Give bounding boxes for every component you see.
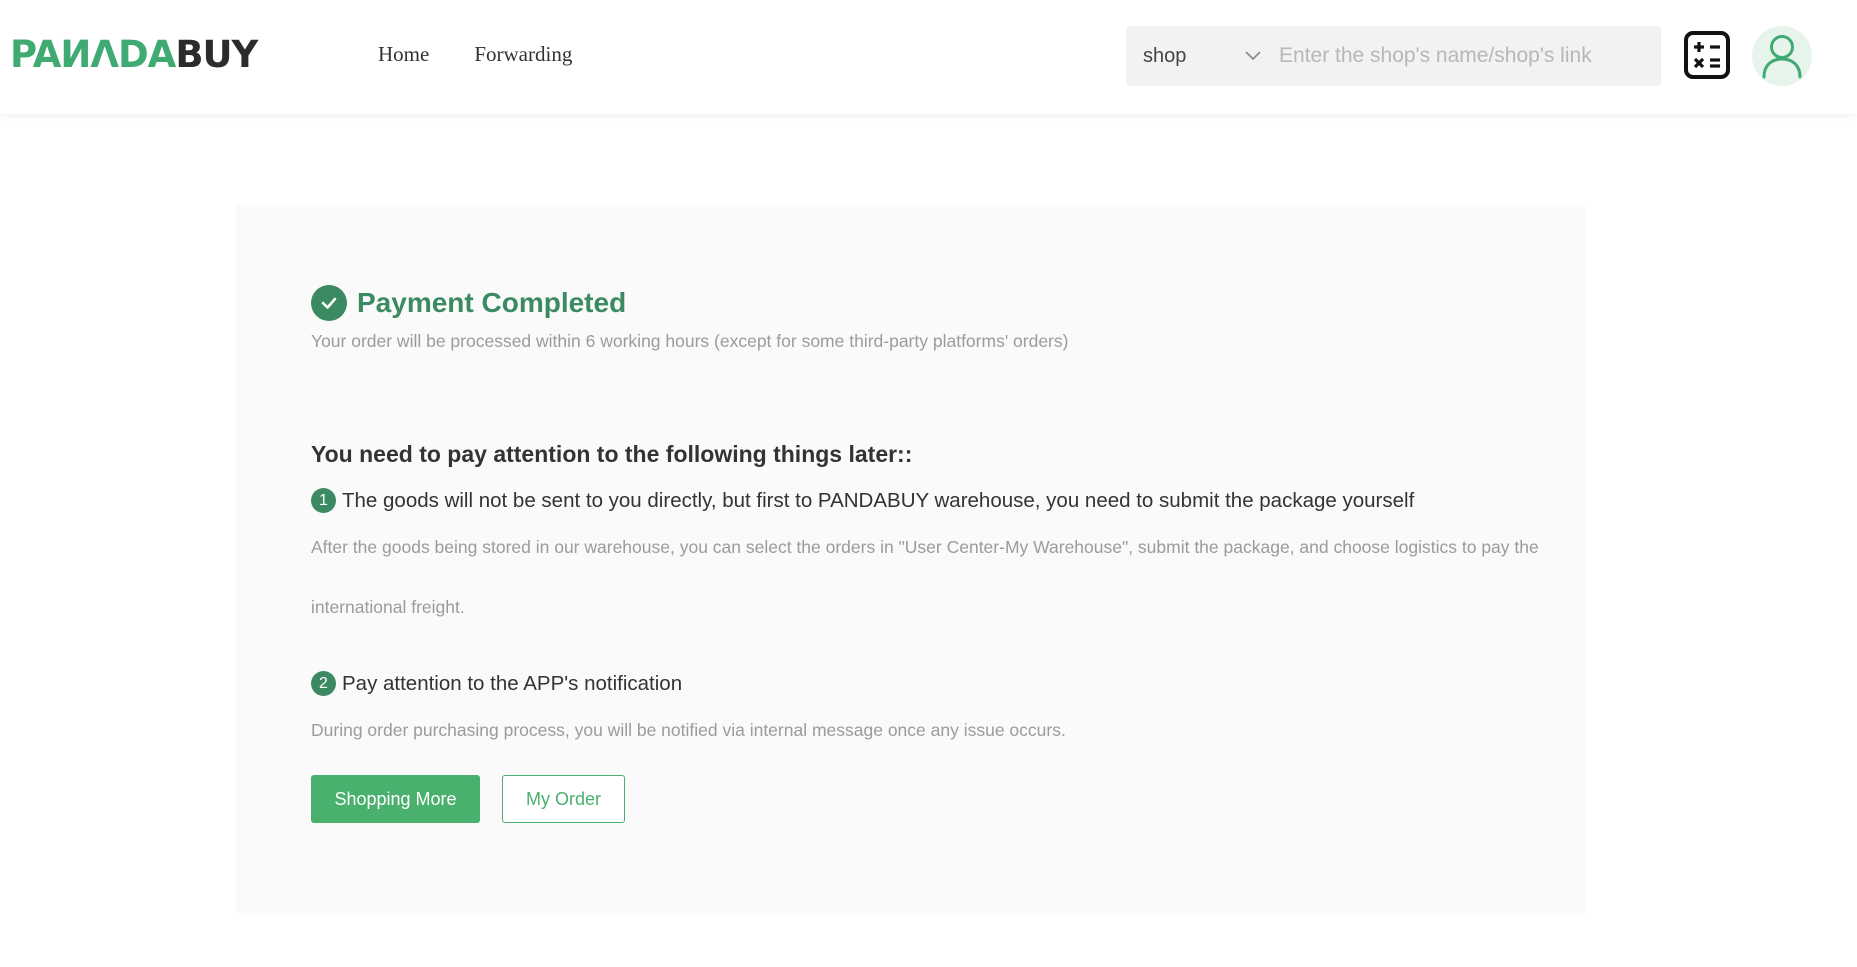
calculator-button[interactable] <box>1683 30 1731 80</box>
nav-home[interactable]: Home <box>378 42 429 67</box>
payment-result-card: Payment Completed Your order will be pro… <box>236 205 1586 913</box>
check-circle-icon <box>311 285 347 321</box>
notice-item-2-text: Pay attention to the APP's notification <box>342 671 683 695</box>
notice-item-1-description: After the goods being stored in our ware… <box>311 537 1539 617</box>
logo-text-green: PAИΛDA <box>10 32 176 76</box>
calculator-icon <box>1684 31 1730 79</box>
notice-item-1-heading: 1 The goods will not be sent to you dire… <box>311 488 1414 513</box>
processing-note: Your order will be processed within 6 wo… <box>311 331 1069 351</box>
user-icon <box>1762 35 1802 79</box>
shop-search-input[interactable] <box>1276 26 1661 86</box>
chevron-down-icon <box>1245 51 1261 61</box>
result-title-row: Payment Completed <box>311 285 626 321</box>
logo-text-dark: BUY <box>175 32 258 76</box>
shopping-more-button[interactable]: Shopping More <box>311 775 480 823</box>
page-title: Payment Completed <box>357 287 627 318</box>
notice-item-2-description: During order purchasing process, you wil… <box>311 720 1066 740</box>
search-scope-value: shop <box>1143 44 1187 67</box>
notice-item-1-text: The goods will not be sent to you direct… <box>342 488 1415 512</box>
my-order-button[interactable]: My Order <box>502 775 625 823</box>
step-number-badge: 2 <box>311 671 336 696</box>
user-avatar[interactable] <box>1752 26 1812 86</box>
shop-search-bar: shop <box>1126 26 1661 86</box>
search-scope-select[interactable]: shop <box>1126 26 1276 86</box>
top-header: PAИΛDA BUY Home Forwarding shop <box>0 0 1857 114</box>
pandabuy-logo[interactable]: PAИΛDA BUY <box>10 32 258 76</box>
attention-heading: You need to pay attention to the followi… <box>311 441 913 467</box>
step-number-badge: 1 <box>311 488 336 513</box>
main-nav: Home Forwarding <box>378 42 572 67</box>
nav-forwarding[interactable]: Forwarding <box>474 42 572 67</box>
notice-item-2-heading: 2 Pay attention to the APP's notificatio… <box>311 671 682 696</box>
